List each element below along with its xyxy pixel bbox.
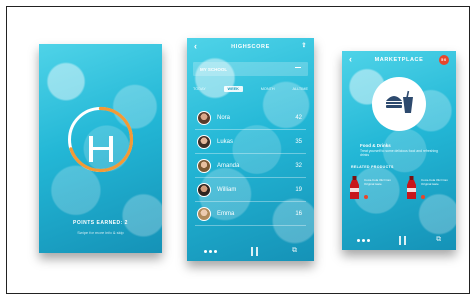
score-row[interactable]: Lukas 35 [195,130,306,154]
product-text: Coca-Cola 33cl Can Original taste [364,178,391,186]
tab-month[interactable]: MONTH [261,87,275,91]
page-title: MARKETPLACE [374,57,424,63]
avatar [197,134,211,149]
link-icon[interactable]: ⧉ [436,236,441,244]
school-selector[interactable]: MY SCHOOL [193,62,308,76]
player-name: Amanda [217,162,240,169]
score-row[interactable]: William 19 [195,178,306,202]
tab-week[interactable]: WEEK [223,86,243,92]
school-label: MY SCHOOL [200,67,228,72]
player-name: Emma [217,210,235,217]
product-card[interactable]: Coca-Cola 33cl Can Original taste [345,176,393,206]
phone-splash-screen: POINTS EARNED: 2 Swipe for more info & s… [39,44,162,253]
avatar [197,206,211,221]
soda-bottle-icon [407,176,416,199]
product-card[interactable]: Coca-Cola 33cl Can Original taste [402,176,450,206]
tab-alltime[interactable]: ALLTIME [292,87,308,91]
player-name: William [217,186,237,193]
player-score: 16 [295,210,302,217]
points-badge[interactable]: 50 [439,55,449,65]
more-icon[interactable] [356,238,370,242]
chevron-left-icon[interactable]: ‹ [194,41,198,51]
price-badge-icon [364,195,368,199]
category-description: Treat yourself to some delicious food an… [360,149,438,158]
phone-highscore-screen: ‹ HIGHSCORE ⇪ MY SCHOOL TODAY WEEK MONTH… [187,38,314,261]
product-text: Coca-Cola 33cl Can Original taste [421,178,448,186]
swipe-hint: Swipe for more info & skip [77,230,124,235]
bottom-nav: ⧉ [342,230,456,250]
canvas-frame: POINTS EARNED: 2 Swipe for more info & s… [6,6,470,294]
category-title: Food & Drinks [360,143,391,148]
pause-icon[interactable] [399,235,407,245]
chevron-left-icon[interactable]: ‹ [349,54,353,64]
player-score: 35 [295,138,302,145]
player-name: Nora [217,114,231,121]
player-score: 42 [295,114,302,121]
avatar [197,110,211,125]
app-logo-icon [89,136,113,162]
points-title: POINTS EARNED: 2 [73,220,128,226]
page-title: HIGHSCORE [231,44,270,50]
tab-today[interactable]: TODAY [193,87,206,91]
related-products-heading: RELATED PRODUCTS [351,165,394,169]
score-row[interactable]: Nora 42 [195,106,306,130]
score-row[interactable]: Emma 16 [195,202,306,226]
player-name: Lukas [217,138,234,145]
bottom-nav: ⧉ [187,241,314,261]
dropdown-icon [295,67,301,68]
phone-marketplace-screen: ‹ MARKETPLACE 50 Food & Drinks Treat you… [342,51,456,250]
period-tabs: TODAY WEEK MONTH ALLTIME [193,86,308,92]
score-row[interactable]: Amanda 32 [195,154,306,178]
more-icon[interactable] [204,249,217,253]
avatar [197,158,211,173]
player-score: 32 [295,162,302,169]
avatar [197,182,211,197]
player-score: 19 [295,186,302,193]
food-drink-icon [386,90,413,113]
top-bar: ‹ MARKETPLACE 50 [342,51,456,69]
category-circle [372,77,426,131]
link-icon[interactable]: ⧉ [292,247,297,255]
soda-bottle-icon [350,176,359,199]
share-icon[interactable]: ⇪ [301,42,307,49]
pause-icon[interactable] [251,246,258,256]
price-badge-icon [421,195,425,199]
top-bar: ‹ HIGHSCORE ⇪ [187,38,314,56]
